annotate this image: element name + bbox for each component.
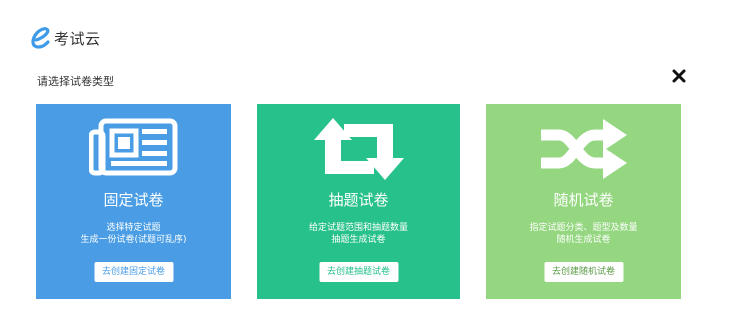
- logo: 考试云: [30, 24, 101, 52]
- create-draw-exam-button[interactable]: 去创建抽题试卷: [318, 262, 399, 282]
- card-desc-line: 指定试题分类、题型及数量: [529, 223, 638, 233]
- card-desc-line: 生成一份试卷(试题可乱序): [80, 235, 187, 245]
- close-icon[interactable]: [671, 68, 687, 84]
- card-desc-line: 随机生成试卷: [556, 235, 611, 245]
- card-desc-line: 选择特定试题: [106, 223, 161, 233]
- dialog-prompt: 请选择试卷类型: [37, 75, 114, 88]
- create-random-exam-button[interactable]: 去创建随机试卷: [543, 262, 624, 282]
- card-title: 固定试卷: [103, 191, 164, 209]
- card-description: 给定试题范围和抽题数量 抽题生成试卷: [257, 222, 460, 246]
- newspaper-icon: [88, 118, 177, 176]
- shuffle-icon: [540, 119, 627, 179]
- card-random-exam: 随机试卷 指定试题分类、题型及数量 随机生成试卷 去创建随机试卷: [486, 104, 681, 299]
- logo-text: 考试云: [54, 29, 101, 48]
- card-title: 随机试卷: [553, 191, 614, 209]
- card-desc-line: 给定试题范围和抽题数量: [308, 223, 408, 233]
- card-fixed-exam: 固定试卷 选择特定试题 生成一份试卷(试题可乱序) 去创建固定试卷: [36, 104, 231, 299]
- card-desc-line: 抽题生成试卷: [331, 235, 386, 245]
- card-description: 指定试题分类、题型及数量 随机生成试卷: [486, 222, 681, 246]
- card-title: 抽题试卷: [328, 191, 389, 209]
- retweet-icon: [313, 118, 404, 180]
- create-fixed-exam-button[interactable]: 去创建固定试卷: [93, 262, 174, 282]
- card-draw-exam: 抽题试卷 给定试题范围和抽题数量 抽题生成试卷 去创建抽题试卷: [257, 104, 460, 299]
- card-description: 选择特定试题 生成一份试卷(试题可乱序): [36, 222, 231, 246]
- e-logo-icon: [31, 27, 50, 49]
